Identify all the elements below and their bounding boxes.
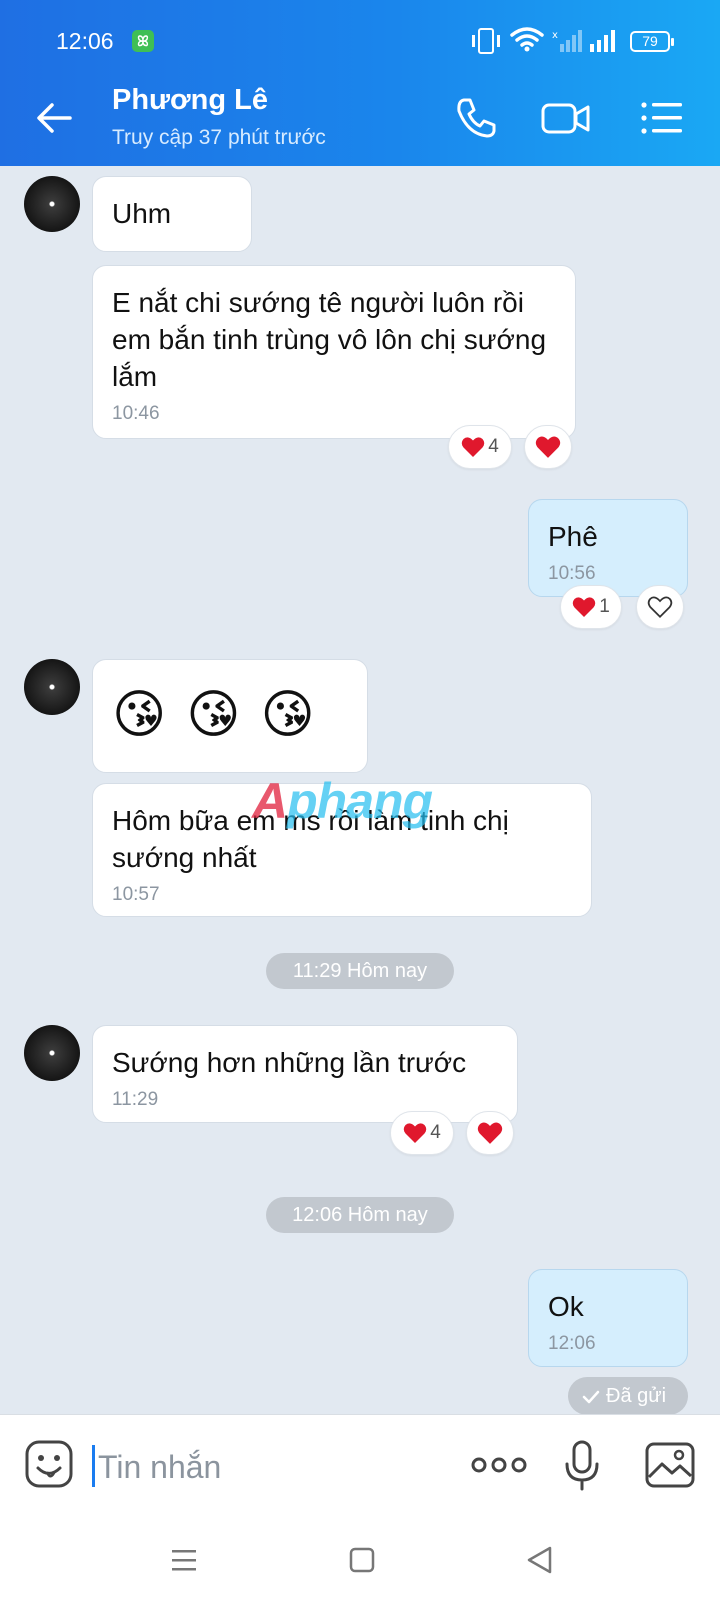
- date-separator: 11:29 Hôm nay: [266, 953, 454, 989]
- recent-apps-icon[interactable]: [164, 1540, 204, 1580]
- more-options-icon[interactable]: [470, 1439, 528, 1491]
- app-notification-icon: ꕤ: [132, 30, 154, 52]
- message-text: Uhm: [112, 198, 172, 229]
- react-heart-button[interactable]: [636, 585, 684, 629]
- top-bar: 12:06 ꕤ x 79 Phương Lê Truy cập 37 phút …: [0, 0, 720, 166]
- microphone-icon[interactable]: [562, 1439, 602, 1491]
- contact-last-seen: Truy cập 37 phút trước: [112, 126, 326, 149]
- heart-icon: [403, 1123, 427, 1143]
- emoji-message-bubble[interactable]: 😘 😘 😘: [92, 659, 368, 773]
- message-bubble[interactable]: Sướng hơn những lần trước 11:29: [92, 1025, 518, 1123]
- message-bubble[interactable]: E nắt chi sướng tê người luôn rồi em bắn…: [92, 265, 576, 439]
- react-heart-button[interactable]: [524, 425, 572, 469]
- kiss-emoji: 😘: [260, 686, 315, 744]
- message-bubble[interactable]: Uhm: [92, 176, 252, 252]
- status-time: 12:06: [56, 28, 114, 54]
- svg-text:x: x: [552, 30, 558, 41]
- message-text: Phê: [548, 521, 598, 552]
- message-bubble[interactable]: Hôm bữa em ms rồi làm tinh chị sướng nhấ…: [92, 783, 592, 917]
- message-text: Ok: [548, 1291, 584, 1322]
- heart-icon: [535, 436, 561, 458]
- reaction-count: 4: [430, 1122, 441, 1143]
- wifi-icon: [510, 27, 544, 52]
- message-text: Sướng hơn những lần trước: [112, 1047, 467, 1078]
- home-icon[interactable]: [342, 1540, 382, 1580]
- message-composer: [0, 1414, 720, 1520]
- reaction-summary[interactable]: 4: [390, 1111, 454, 1155]
- phone-call-icon[interactable]: [450, 92, 502, 144]
- signal-sim1-icon: x: [552, 30, 582, 52]
- signal-sim2-icon: [590, 30, 615, 52]
- gallery-image-icon[interactable]: [644, 1439, 696, 1491]
- status-bar: 12:06 ꕤ x 79: [0, 0, 720, 70]
- battery-indicator: 79: [630, 31, 674, 52]
- message-time: 11:29: [112, 1089, 159, 1110]
- system-navigation-bar: [0, 1520, 720, 1600]
- message-text: Hôm bữa em ms rồi làm tinh chị sướng nhấ…: [112, 805, 509, 873]
- video-call-icon[interactable]: [540, 92, 592, 144]
- message-time: 10:46: [112, 403, 160, 424]
- message-time: 12:06: [548, 1333, 596, 1354]
- my-message-bubble[interactable]: Phê 10:56: [528, 499, 688, 597]
- reaction-count: 4: [488, 436, 499, 457]
- message-input[interactable]: [98, 1445, 438, 1489]
- kiss-emoji: 😘: [186, 686, 241, 744]
- heart-icon: [461, 437, 485, 457]
- sticker-icon[interactable]: [24, 1439, 74, 1489]
- chat-header: Phương Lê Truy cập 37 phút trước: [0, 70, 720, 166]
- message-time: 10:57: [112, 884, 160, 905]
- contact-avatar[interactable]: [24, 176, 80, 232]
- kiss-emoji: 😘: [112, 686, 167, 744]
- heart-outline-icon: [647, 596, 673, 618]
- reaction-summary[interactable]: 1: [560, 585, 622, 629]
- check-icon: [582, 1390, 600, 1403]
- message-text: E nắt chi sướng tê người luôn rồi em bắn…: [112, 287, 547, 392]
- my-message-bubble[interactable]: Ok 12:06: [528, 1269, 688, 1367]
- heart-icon: [477, 1122, 503, 1144]
- sent-status-badge: Đã gửi: [568, 1377, 688, 1415]
- react-heart-button[interactable]: [466, 1111, 514, 1155]
- contact-avatar[interactable]: [24, 1025, 80, 1081]
- back-nav-icon[interactable]: [520, 1540, 560, 1580]
- reaction-summary[interactable]: 4: [448, 425, 512, 469]
- heart-icon: [572, 597, 596, 617]
- contact-avatar[interactable]: [24, 659, 80, 715]
- date-separator: 12:06 Hôm nay: [266, 1197, 454, 1233]
- reaction-count: 1: [599, 596, 610, 617]
- menu-list-icon[interactable]: [636, 92, 688, 144]
- vibrate-icon: [472, 28, 500, 54]
- message-time: 10:56: [548, 563, 596, 584]
- sent-status-text: Đã gửi: [606, 1385, 667, 1407]
- back-arrow-icon[interactable]: [28, 92, 80, 144]
- contact-name[interactable]: Phương Lê: [112, 84, 268, 117]
- text-cursor: [92, 1445, 95, 1487]
